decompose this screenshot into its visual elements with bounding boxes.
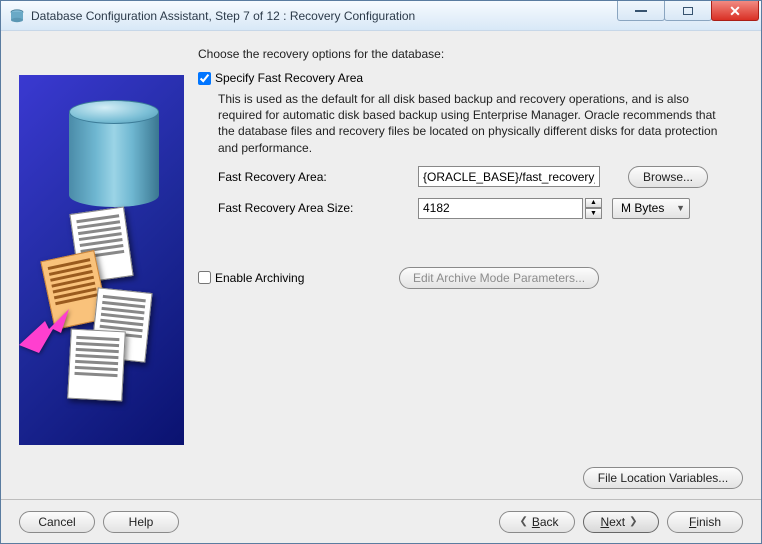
fra-size-unit-value: M Bytes	[621, 201, 664, 215]
chevron-down-icon: ▼	[676, 203, 685, 213]
specify-fra-checkbox[interactable]	[198, 72, 211, 85]
file-location-variables-button[interactable]: File Location Variables...	[583, 467, 743, 489]
fra-path-input[interactable]	[418, 166, 600, 187]
back-button[interactable]: ❮ Back	[499, 511, 575, 533]
chevron-left-icon: ❮	[519, 516, 527, 527]
close-button[interactable]: ✕	[711, 1, 759, 21]
enable-archiving-label[interactable]: Enable Archiving	[215, 271, 399, 285]
fra-path-label: Fast Recovery Area:	[218, 170, 418, 184]
cancel-button[interactable]: Cancel	[19, 511, 95, 533]
fra-size-label: Fast Recovery Area Size:	[218, 201, 418, 215]
minimize-button[interactable]	[617, 1, 665, 21]
fra-description: This is used as the default for all disk…	[218, 91, 718, 156]
content-panel: Choose the recovery options for the data…	[198, 45, 743, 457]
spinner-up-icon[interactable]: ▲	[585, 198, 602, 209]
specify-fra-label[interactable]: Specify Fast Recovery Area	[215, 71, 363, 85]
fra-size-unit-select[interactable]: M Bytes ▼	[612, 198, 690, 219]
finish-button[interactable]: Finish	[667, 511, 743, 533]
main-area: Choose the recovery options for the data…	[1, 31, 761, 467]
footer: Cancel Help ❮ Back Next ❯ Finish	[1, 499, 761, 543]
window-controls: ✕	[617, 1, 761, 21]
next-label: ext	[609, 515, 625, 529]
spinner-down-icon[interactable]: ▼	[585, 208, 602, 219]
dialog-body: Choose the recovery options for the data…	[1, 31, 761, 543]
database-icon	[69, 100, 159, 210]
intro-text: Choose the recovery options for the data…	[198, 47, 743, 61]
edit-archive-params-button[interactable]: Edit Archive Mode Parameters...	[399, 267, 599, 289]
browse-button[interactable]: Browse...	[628, 166, 708, 188]
help-button[interactable]: Help	[103, 511, 179, 533]
maximize-button[interactable]	[664, 1, 712, 21]
app-icon	[9, 8, 25, 24]
fra-size-spinner[interactable]: ▲ ▼	[585, 198, 602, 219]
file-location-row: File Location Variables...	[1, 467, 761, 499]
finish-label: inish	[696, 515, 721, 529]
title-bar: Database Configuration Assistant, Step 7…	[1, 1, 761, 31]
back-label: ack	[540, 515, 559, 529]
enable-archiving-checkbox[interactable]	[198, 271, 211, 284]
fra-size-input[interactable]	[418, 198, 583, 219]
wizard-illustration	[19, 75, 184, 445]
next-button[interactable]: Next ❯	[583, 511, 659, 533]
app-window: Database Configuration Assistant, Step 7…	[0, 0, 762, 544]
window-title: Database Configuration Assistant, Step 7…	[31, 9, 415, 23]
chevron-right-icon: ❯	[629, 516, 637, 527]
